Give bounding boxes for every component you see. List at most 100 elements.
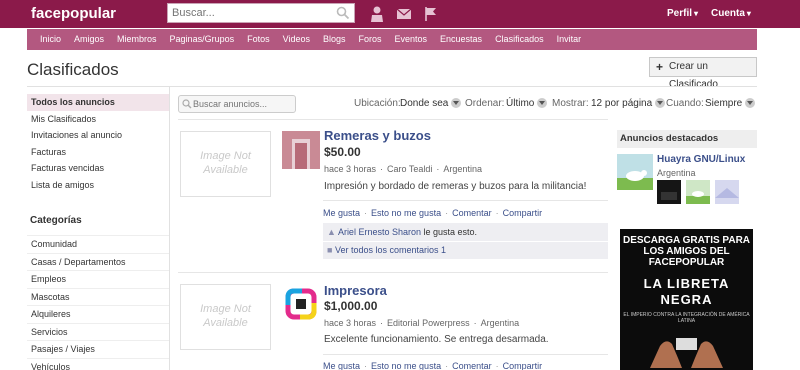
menu-item-clasificados[interactable]: Clasificados (495, 29, 544, 50)
menu-item-encuestas[interactable]: Encuestas (440, 29, 482, 50)
cuando-select[interactable]: Siempre (705, 98, 756, 109)
chevron-down-icon (655, 98, 666, 109)
sidebar-item-lista-amigos[interactable]: Lista de amigos (27, 177, 169, 194)
chevron-down-icon: ▾ (694, 9, 699, 18)
menu-item-inicio[interactable]: Inicio (40, 29, 61, 50)
listing-actions: Me gusta · Esto no me gusta · Comentar · Compa… (323, 208, 543, 218)
divider (27, 86, 757, 87)
category-item[interactable]: Alquileres (27, 305, 169, 323)
notifications-flag-icon[interactable] (422, 5, 440, 23)
listing-author[interactable]: Caro Tealdi (387, 164, 432, 174)
category-item[interactable]: Vehículos (27, 357, 169, 370)
listing-search (178, 95, 296, 113)
sidebar-item-facturas-vencidas[interactable]: Facturas vencidas (27, 160, 169, 177)
listing-search-input[interactable] (193, 96, 293, 112)
listing-meta: hace 3 horas · Editorial Powerpress · Argent… (324, 318, 520, 328)
comment-link[interactable]: Comentar (452, 361, 492, 370)
like-link[interactable]: Me gusta (323, 208, 360, 218)
divider (178, 272, 608, 273)
create-classified-button[interactable]: + Crear un Clasificado (649, 57, 757, 90)
listing-price: $50.00 (324, 145, 361, 159)
listing-image-placeholder[interactable]: Image Not Available (180, 131, 271, 197)
sidebar: Todos los anuncios Mis Clasificados Invi… (27, 94, 169, 226)
search-icon[interactable] (336, 6, 350, 20)
perfil-menu[interactable]: Perfil ▾ (667, 8, 698, 19)
global-search-input[interactable] (168, 4, 334, 22)
listing-description: Impresión y bordado de remeras y buzos p… (324, 181, 587, 192)
listing-thumbnail[interactable] (282, 131, 320, 169)
share-link[interactable]: Compartir (503, 361, 543, 370)
sidebar-item-todos[interactable]: Todos los anuncios (27, 94, 169, 111)
comment-link[interactable]: Comentar (452, 208, 492, 218)
listing-title[interactable]: Impresora (324, 283, 387, 298)
featured-ad-gallery-image[interactable] (715, 180, 739, 204)
global-search (167, 3, 355, 23)
sidebar-item-mis-clasificados[interactable]: Mis Clasificados (27, 111, 169, 128)
listing-author[interactable]: Editorial Powerpress (387, 318, 470, 328)
menu-item-fotos[interactable]: Fotos (247, 29, 270, 50)
menu-item-amigos[interactable]: Amigos (74, 29, 104, 50)
promo-banner[interactable]: DESCARGA GRATIS PARA LOS AMIGOS DEL FACE… (620, 229, 753, 370)
sidebar-item-facturas[interactable]: Facturas (27, 144, 169, 161)
featured-ad-gallery-image[interactable] (657, 180, 681, 204)
featured-ad-title[interactable]: Huayra GNU/Linux (657, 154, 745, 165)
listing-image-placeholder[interactable]: Image Not Available (180, 284, 271, 350)
friend-requests-icon[interactable] (368, 5, 386, 23)
menu-item-blogs[interactable]: Blogs (323, 29, 346, 50)
category-item[interactable]: Mascotas (27, 287, 169, 306)
cuando-label: Cuando: (666, 98, 704, 109)
cuenta-label: Cuenta (711, 8, 745, 19)
banner-headline: DESCARGA GRATIS PARA LOS AMIGOS DEL FACE… (622, 235, 751, 268)
sidebar-item-invitaciones[interactable]: Invitaciones al anuncio (27, 127, 169, 144)
site-logo[interactable]: facepopular (31, 5, 116, 22)
dislike-link[interactable]: Esto no me gusta (371, 361, 441, 370)
category-item[interactable]: Empleos (27, 270, 169, 288)
menu-item-foros[interactable]: Foros (358, 29, 381, 50)
mostrar-select[interactable]: 12 por página (591, 98, 666, 109)
featured-ad-image[interactable] (617, 154, 653, 190)
ubicacion-label: Ubicación: (354, 98, 401, 109)
divider (323, 200, 608, 201)
listing-country: Argentina (480, 318, 520, 328)
ordenar-value: Último (506, 98, 535, 109)
listing-time: hace 3 horas (324, 318, 377, 328)
view-comments-link[interactable]: Ver todos los comentarios 1 (335, 245, 446, 255)
banner-subtitle: EL IMPERIO CONTRA LA INTEGRACIÓN DE AMÉR… (623, 312, 750, 324)
divider (169, 87, 170, 370)
menu-item-eventos[interactable]: Eventos (395, 29, 428, 50)
messages-icon[interactable] (395, 5, 413, 23)
menu-item-videos[interactable]: Videos (283, 29, 310, 50)
listing-price: $1,000.00 (324, 299, 378, 313)
category-item[interactable]: Comunidad (27, 235, 169, 253)
banner-book-title: LA LIBRETA NEGRA (643, 276, 730, 307)
cuando-value: Siempre (705, 98, 743, 109)
liker-name[interactable]: Ariel Ernesto Sharon (338, 227, 421, 237)
categories-list: Comunidad Casas / Departamentos Empleos … (27, 235, 169, 370)
category-item[interactable]: Servicios (27, 322, 169, 341)
perfil-label: Perfil (667, 8, 693, 19)
category-item[interactable]: Casas / Departamentos (27, 252, 169, 271)
listing-meta: hace 3 horas · Caro Tealdi · Argentina (324, 164, 482, 174)
cuenta-menu[interactable]: Cuenta ▾ (711, 8, 751, 19)
listing-title[interactable]: Remeras y buzos (324, 128, 431, 143)
dislike-link[interactable]: Esto no me gusta (371, 208, 441, 218)
share-link[interactable]: Compartir (503, 208, 543, 218)
likes-row: ▲ Ariel Ernesto Sharon le gusta esto. (323, 223, 608, 241)
ordenar-select[interactable]: Último (506, 98, 548, 109)
main-menu: Inicio Amigos Miembros Paginas/Grupos Fo… (27, 29, 757, 50)
chevron-down-icon (537, 98, 548, 109)
listing-thumbnail[interactable] (282, 285, 320, 323)
featured-ad-gallery-image[interactable] (686, 180, 710, 204)
ordenar-label: Ordenar: (465, 98, 505, 109)
ubicacion-value: Donde sea (400, 98, 449, 109)
category-item[interactable]: Pasajes / Viajes (27, 340, 169, 358)
menu-item-miembros[interactable]: Miembros (117, 29, 157, 50)
chevron-down-icon (451, 98, 462, 109)
menu-item-paginas-grupos[interactable]: Paginas/Grupos (170, 29, 235, 50)
chevron-down-icon: ▾ (746, 9, 751, 18)
featured-ads-title: Anuncios destacados (617, 130, 757, 148)
like-link[interactable]: Me gusta (323, 361, 360, 370)
listing-time: hace 3 horas (324, 164, 377, 174)
ubicacion-select[interactable]: Donde sea (400, 98, 462, 109)
menu-item-invitar[interactable]: Invitar (557, 29, 582, 50)
